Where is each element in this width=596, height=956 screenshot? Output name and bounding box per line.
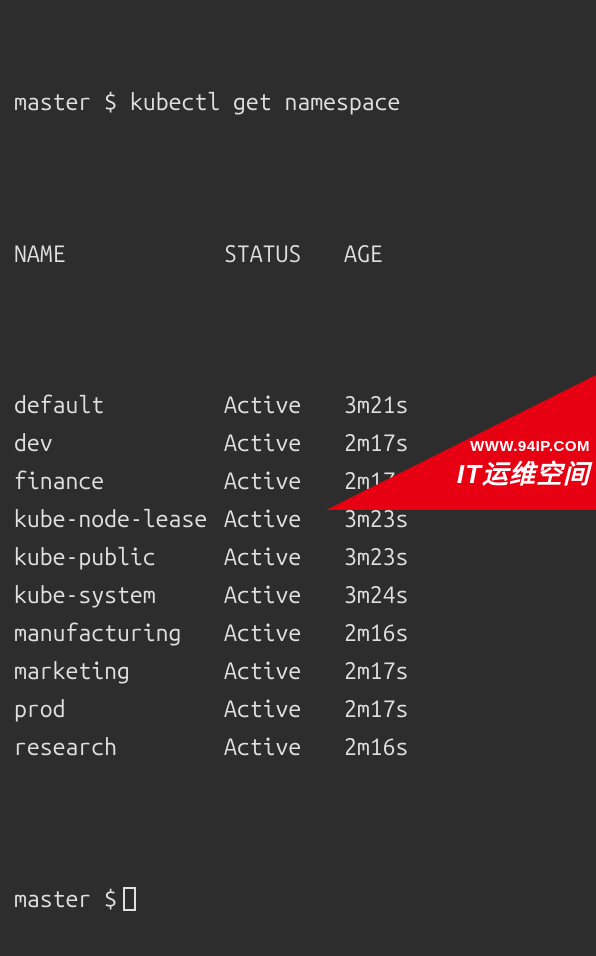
command-text: kubectl get namespace bbox=[130, 84, 400, 122]
cursor-icon bbox=[123, 887, 136, 911]
cell-name: prod bbox=[14, 691, 224, 729]
header-status: STATUS bbox=[224, 236, 344, 274]
cell-name: kube-public bbox=[14, 539, 224, 577]
cell-status: Active bbox=[224, 539, 344, 577]
table-row: kube-publicActive3m23s bbox=[14, 539, 596, 577]
cell-name: research bbox=[14, 729, 224, 767]
prompt-host: master bbox=[14, 84, 91, 122]
cell-name: finance bbox=[14, 463, 224, 501]
command-line: master $ kubectl get namespace bbox=[14, 84, 596, 122]
prompt-host: master bbox=[14, 881, 91, 919]
prompt-symbol: $ bbox=[104, 881, 117, 919]
table-row: prodActive2m17s bbox=[14, 691, 596, 729]
table-row: researchActive2m16s bbox=[14, 729, 596, 767]
command-line-idle: master $ bbox=[14, 881, 596, 919]
cell-age: 3m24s bbox=[344, 577, 408, 615]
cell-status: Active bbox=[224, 691, 344, 729]
prompt-symbol: $ bbox=[104, 84, 117, 122]
cell-name: manufacturing bbox=[14, 615, 224, 653]
cell-age: 2m17s bbox=[344, 653, 408, 691]
cell-name: kube-system bbox=[14, 577, 224, 615]
cell-status: Active bbox=[224, 653, 344, 691]
cell-name: kube-node-lease bbox=[14, 501, 224, 539]
cell-age: 3m23s bbox=[344, 539, 408, 577]
header-age: AGE bbox=[344, 236, 383, 274]
watermark-label: IT运维空间 bbox=[457, 453, 590, 496]
cell-age: 2m17s bbox=[344, 691, 408, 729]
cell-name: default bbox=[14, 387, 224, 425]
watermark-banner: WWW.94IP.COM IT运维空间 bbox=[326, 370, 596, 510]
cell-name: dev bbox=[14, 425, 224, 463]
table-row: kube-systemActive3m24s bbox=[14, 577, 596, 615]
cell-name: marketing bbox=[14, 653, 224, 691]
cell-status: Active bbox=[224, 615, 344, 653]
table-header: NAMESTATUSAGE bbox=[14, 236, 596, 274]
cell-status: Active bbox=[224, 729, 344, 767]
table-row: marketingActive2m17s bbox=[14, 653, 596, 691]
cell-age: 2m16s bbox=[344, 615, 408, 653]
header-name: NAME bbox=[14, 236, 224, 274]
table-row: manufacturingActive2m16s bbox=[14, 615, 596, 653]
cell-age: 2m16s bbox=[344, 729, 408, 767]
cell-status: Active bbox=[224, 577, 344, 615]
